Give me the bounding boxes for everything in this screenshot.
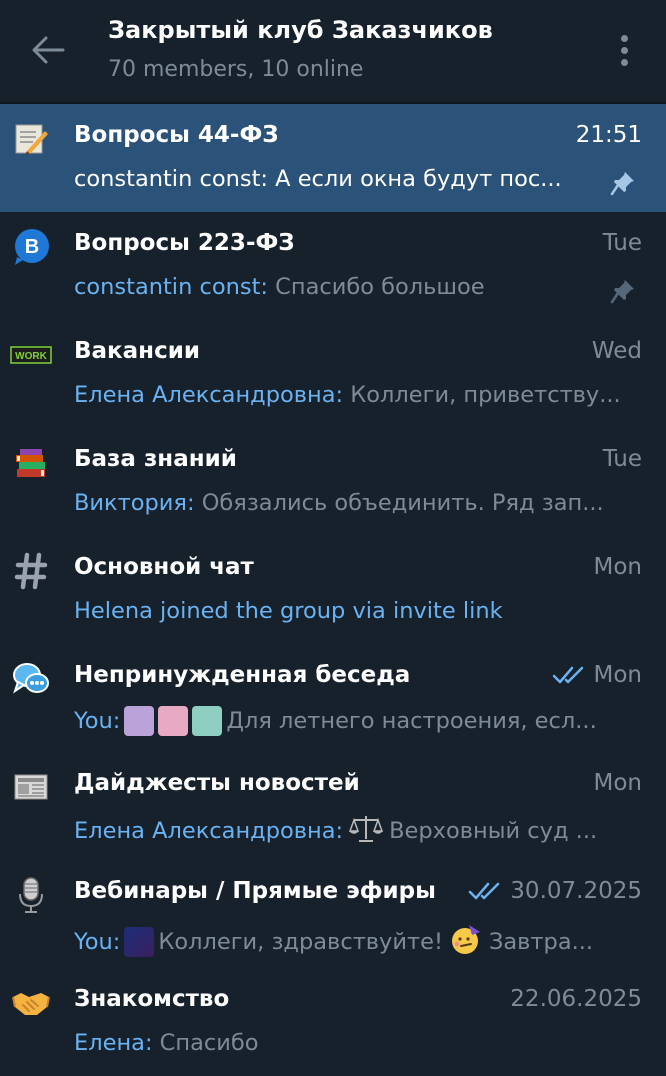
preview-text: Helena joined the group via invite link — [74, 598, 503, 624]
group-title[interactable]: Закрытый клуб Заказчиков — [108, 16, 493, 44]
topic-preview: You: Для летнего настроения, есл... — [74, 706, 638, 736]
preview-sender: Елена: — [74, 1030, 153, 1056]
preview-text: Коллеги, здравствуйте! — [158, 929, 443, 955]
topic-preview: Елена Александровна: Коллеги, приветству… — [74, 382, 638, 408]
handshake-icon — [10, 982, 52, 1024]
preview-sender: You: — [74, 708, 121, 734]
topic-preview: constantin const: Спасибо большое — [74, 274, 586, 300]
sticker-thumbnail — [158, 706, 189, 736]
topic-preview: Виктория: Обязались объединить. Ряд зап.… — [74, 490, 638, 516]
svg-text:B: B — [25, 236, 39, 258]
topic-preview: constantin const: А если окна будут пос.… — [74, 166, 586, 192]
topic-time: Tue — [602, 230, 642, 256]
preview-sender: constantin const: — [74, 274, 268, 300]
preview-sender: You: — [74, 929, 121, 955]
books-icon — [10, 442, 52, 484]
topic-time: Wed — [591, 338, 642, 364]
speech-bubbles-icon — [10, 658, 52, 700]
topic-row[interactable]: Основной чат Mon Helena joined the group… — [0, 536, 666, 644]
newspaper-icon — [10, 766, 52, 808]
topic-time: 22.06.2025 — [510, 986, 642, 1012]
topic-time: Mon — [593, 770, 643, 796]
topic-name: Вопросы 44-ФЗ — [74, 122, 279, 148]
b-badge-icon: B — [10, 226, 52, 268]
topic-time: Mon — [552, 662, 643, 688]
more-menu-icon[interactable] — [612, 30, 636, 70]
pin-icon — [610, 170, 636, 196]
topic-preview: Елена: Спасибо — [74, 1030, 638, 1056]
topic-name: Вебинары / Прямые эфиры — [74, 878, 436, 904]
microphone-icon — [10, 874, 52, 916]
topic-name: Знакомство — [74, 986, 230, 1012]
topic-name: Дайджесты новостей — [74, 770, 360, 796]
image-thumbnail — [124, 927, 155, 957]
preview-text: Спасибо большое — [268, 274, 485, 300]
preview-sender: Елена Александровна: — [74, 818, 344, 844]
topic-name: Вопросы 223-ФЗ — [74, 230, 295, 256]
preview-sender: Виктория: — [74, 490, 195, 516]
preview-text: Обязались объединить. Ряд зап... — [194, 490, 604, 516]
back-arrow-icon[interactable] — [28, 30, 68, 70]
work-icon: WORK — [10, 334, 52, 376]
preview-sender: constantin const: — [74, 166, 268, 192]
topic-time-label: 30.07.2025 — [510, 878, 642, 904]
preview-text: Верховный суд ... — [389, 818, 598, 844]
topic-row[interactable]: Вебинары / Прямые эфиры 30.07.2025 You: … — [0, 860, 666, 968]
double-check-icon — [469, 882, 500, 900]
preview-text-cont: Завтра... — [488, 929, 594, 955]
topic-name: Непринужденная беседа — [74, 662, 411, 688]
sticker-thumbnail — [192, 706, 223, 736]
topic-time-label: Mon — [593, 662, 643, 688]
topic-time: 21:51 — [575, 122, 642, 148]
scales-icon — [349, 814, 384, 848]
topic-row[interactable]: Знакомство 22.06.2025 Елена: Спасибо — [0, 968, 666, 1076]
party-face-icon — [449, 922, 483, 962]
topic-time: 30.07.2025 — [468, 878, 642, 904]
topic-time: Tue — [602, 446, 642, 472]
topic-name: База знаний — [74, 446, 237, 472]
hash-icon — [10, 550, 52, 592]
topic-name: Вакансии — [74, 338, 200, 364]
topic-row[interactable]: База знаний Tue Виктория: Обязались объе… — [0, 428, 666, 536]
preview-sender: Елена Александровна: — [74, 382, 344, 408]
member-count: 70 members, 10 online — [108, 57, 364, 82]
sticker-thumbnail — [124, 706, 155, 736]
preview-text: Для летнего настроения, есл... — [226, 708, 597, 734]
pin-icon — [610, 278, 636, 304]
memo-icon — [10, 118, 52, 160]
topic-row[interactable]: B Вопросы 223-ФЗ Tue constantin const: С… — [0, 212, 666, 320]
topic-list: Вопросы 44-ФЗ 21:51 constantin const: А … — [0, 104, 666, 1076]
topic-time: Mon — [593, 554, 643, 580]
topic-preview: You: Коллеги, здравствуйте! Завтра... — [74, 922, 638, 962]
topic-row[interactable]: Вопросы 44-ФЗ 21:51 constantin const: А … — [0, 104, 666, 212]
topic-row[interactable]: Непринужденная беседа Mon You: Для летне… — [0, 644, 666, 752]
svg-text:WORK: WORK — [15, 351, 47, 362]
preview-text: Коллеги, приветству... — [343, 382, 621, 408]
topic-preview: Елена Александровна: Верховный суд ... — [74, 814, 638, 848]
preview-text: Спасибо — [152, 1030, 259, 1056]
topic-name: Основной чат — [74, 554, 254, 580]
topic-row[interactable]: Дайджесты новостей Mon Елена Александров… — [0, 752, 666, 860]
topic-preview: Helena joined the group via invite link — [74, 598, 638, 624]
chat-header: Закрытый клуб Заказчиков 70 members, 10 … — [0, 0, 666, 104]
preview-text: А если окна будут пос... — [268, 166, 562, 192]
topic-row[interactable]: WORK Вакансии Wed Елена Александровна: К… — [0, 320, 666, 428]
double-check-icon — [552, 666, 583, 684]
